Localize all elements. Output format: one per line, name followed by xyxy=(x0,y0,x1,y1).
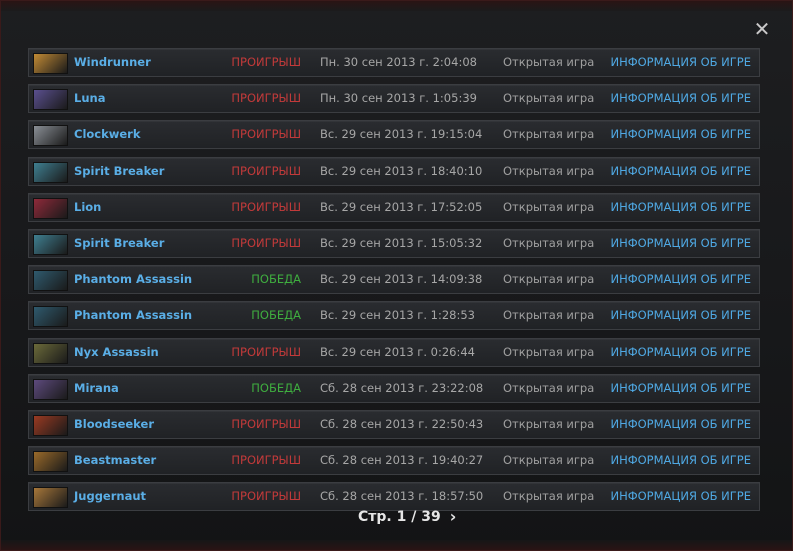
match-result: ПРОИГРЫШ xyxy=(231,416,301,431)
spirit-breaker-portrait-icon xyxy=(33,233,68,255)
match-info-link[interactable]: ИНФОРМАЦИЯ ОБ ИГРЕ xyxy=(610,49,751,76)
phantom-assassin-portrait-icon xyxy=(33,270,68,292)
match-list: Windrunner ПРОИГРЫШ Пн. 30 сен 2013 г. 2:0… xyxy=(28,48,760,518)
game-mode: Открытая игра xyxy=(503,308,595,323)
game-mode: Открытая игра xyxy=(503,127,595,142)
match-date: Вс. 29 сен 2013 г. 19:15:04 xyxy=(320,127,483,142)
hero-name[interactable]: Windrunner xyxy=(74,49,151,76)
bloodseeker-portrait-icon xyxy=(33,414,68,436)
lion-portrait-icon xyxy=(33,197,68,219)
juggernaut-portrait-icon xyxy=(33,487,68,509)
match-info-link[interactable]: ИНФОРМАЦИЯ ОБ ИГРЕ xyxy=(610,230,751,257)
luna-portrait-icon xyxy=(33,89,68,111)
match-info-link[interactable]: ИНФОРМАЦИЯ ОБ ИГРЕ xyxy=(610,411,751,438)
game-mode: Открытая игра xyxy=(503,344,595,359)
match-date: Вс. 29 сен 2013 г. 15:05:32 xyxy=(320,235,483,250)
next-page-button[interactable]: › xyxy=(446,506,460,528)
game-mode: Открытая игра xyxy=(503,380,595,395)
match-date: Пн. 30 сен 2013 г. 2:04:08 xyxy=(320,55,477,69)
match-row[interactable]: Beastmaster ПРОИГРЫШ Сб. 28 сен 2013 г. 19… xyxy=(28,446,760,476)
phantom-assassin-portrait-icon xyxy=(33,306,68,328)
game-mode: Открытая игра xyxy=(503,235,595,250)
match-row[interactable]: Mirana ПОБЕДА Сб. 28 сен 2013 г. 23:22:08 О… xyxy=(28,373,760,403)
match-date: Вс. 29 сен 2013 г. 0:26:44 xyxy=(320,344,475,359)
hero-name[interactable]: Mirana xyxy=(74,375,119,402)
match-date: Вс. 29 сен 2013 г. 18:40:10 xyxy=(320,163,483,178)
match-result: ПРОИГРЫШ xyxy=(231,453,301,468)
match-date: Пн. 30 сен 2013 г. 1:05:39 xyxy=(320,91,477,106)
match-result: ПРОИГРЫШ xyxy=(231,55,301,69)
close-button[interactable]: ✕ xyxy=(751,18,773,40)
hero-name[interactable]: Juggernaut xyxy=(74,483,146,510)
match-result: ПОБЕДА xyxy=(251,308,301,323)
game-mode: Открытая игра xyxy=(503,453,595,468)
hero-name[interactable]: Spirit Breaker xyxy=(74,230,164,257)
match-date: Вс. 29 сен 2013 г. 17:52:05 xyxy=(320,199,483,214)
hero-name[interactable]: Bloodseeker xyxy=(74,411,154,438)
match-row[interactable]: Phantom Assassin ПОБЕДА Вс. 29 сен 2013 г.… xyxy=(28,301,760,331)
game-mode: Открытая игра xyxy=(503,163,595,178)
game-mode: Открытая игра xyxy=(503,489,595,504)
match-result: ПРОИГРЫШ xyxy=(231,199,301,214)
match-result: ПОБЕДА xyxy=(251,380,301,395)
match-result: ПРОИГРЫШ xyxy=(231,344,301,359)
match-date: Вс. 29 сен 2013 г. 14:09:38 xyxy=(320,272,483,287)
match-result: ПОБЕДА xyxy=(251,272,301,287)
match-row[interactable]: Windrunner ПРОИГРЫШ Пн. 30 сен 2013 г. 2:0… xyxy=(28,48,760,77)
game-mode: Открытая игра xyxy=(503,55,595,69)
hero-name[interactable]: Clockwerk xyxy=(74,121,141,148)
mirana-portrait-icon xyxy=(33,378,68,400)
match-result: ПРОИГРЫШ xyxy=(231,163,301,178)
hero-name[interactable]: Phantom Assassin xyxy=(74,266,192,293)
match-info-link[interactable]: ИНФОРМАЦИЯ ОБ ИГРЕ xyxy=(610,447,751,474)
match-date: Сб. 28 сен 2013 г. 19:40:27 xyxy=(320,453,484,468)
match-row[interactable]: Bloodseeker ПРОИГРЫШ Сб. 28 сен 2013 г. 22… xyxy=(28,409,760,439)
match-info-link[interactable]: ИНФОРМАЦИЯ ОБ ИГРЕ xyxy=(610,121,751,148)
windrunner-portrait-icon xyxy=(33,53,68,74)
match-date: Вс. 29 сен 2013 г. 1:28:53 xyxy=(320,308,475,323)
game-mode: Открытая игра xyxy=(503,199,595,214)
spirit-breaker-portrait-icon xyxy=(33,161,68,183)
match-result: ПРОИГРЫШ xyxy=(231,235,301,250)
match-result: ПРОИГРЫШ xyxy=(231,127,301,142)
match-info-link[interactable]: ИНФОРМАЦИЯ ОБ ИГРЕ xyxy=(610,339,751,366)
nyx-assassin-portrait-icon xyxy=(33,342,68,364)
match-info-link[interactable]: ИНФОРМАЦИЯ ОБ ИГРЕ xyxy=(610,302,751,329)
match-row[interactable]: Clockwerk ПРОИГРЫШ Вс. 29 сен 2013 г. 19:1… xyxy=(28,120,760,150)
hero-name[interactable]: Luna xyxy=(74,85,105,112)
match-info-link[interactable]: ИНФОРМАЦИЯ ОБ ИГРЕ xyxy=(610,375,751,402)
beastmaster-portrait-icon xyxy=(33,451,68,473)
match-result: ПРОИГРЫШ xyxy=(231,91,301,106)
hero-name[interactable]: Phantom Assassin xyxy=(74,302,192,329)
match-row[interactable]: Spirit Breaker ПРОИГРЫШ Вс. 29 сен 2013 г.… xyxy=(28,228,760,258)
hero-name[interactable]: Lion xyxy=(74,194,101,221)
match-result: ПРОИГРЫШ xyxy=(231,489,301,504)
hero-name[interactable]: Spirit Breaker xyxy=(74,158,164,185)
match-info-link[interactable]: ИНФОРМАЦИЯ ОБ ИГРЕ xyxy=(610,483,751,510)
match-row[interactable]: Spirit Breaker ПРОИГРЫШ Вс. 29 сен 2013 г.… xyxy=(28,156,760,186)
match-history-window: ✕ Windrunner ПРОИГРЫШ Пн. 30 сен 2013 г. 2… xyxy=(0,0,793,551)
match-date: Сб. 28 сен 2013 г. 22:50:43 xyxy=(320,416,484,431)
match-row[interactable]: Lion ПРОИГРЫШ Вс. 29 сен 2013 г. 17:52:05 О… xyxy=(28,192,760,222)
match-row[interactable]: Nyx Assassin ПРОИГРЫШ Вс. 29 сен 2013 г. 0… xyxy=(28,337,760,367)
match-info-link[interactable]: ИНФОРМАЦИЯ ОБ ИГРЕ xyxy=(610,85,751,112)
match-info-link[interactable]: ИНФОРМАЦИЯ ОБ ИГРЕ xyxy=(610,194,751,221)
match-row[interactable]: Luna ПРОИГРЫШ Пн. 30 сен 2013 г. 1:05:39 От… xyxy=(28,84,760,114)
match-row[interactable]: Phantom Assassin ПОБЕДА Вс. 29 сен 2013 г.… xyxy=(28,265,760,295)
match-info-link[interactable]: ИНФОРМАЦИЯ ОБ ИГРЕ xyxy=(610,266,751,293)
page-indicator: Стр. 1 / 39 xyxy=(358,509,441,525)
game-mode: Открытая игра xyxy=(503,416,595,431)
hero-name[interactable]: Nyx Assassin xyxy=(74,339,159,366)
game-mode: Открытая игра xyxy=(503,272,595,287)
match-date: Сб. 28 сен 2013 г. 23:22:08 xyxy=(320,380,484,395)
match-info-link[interactable]: ИНФОРМАЦИЯ ОБ ИГРЕ xyxy=(610,158,751,185)
game-mode: Открытая игра xyxy=(503,91,595,106)
clockwerk-portrait-icon xyxy=(33,125,68,147)
hero-name[interactable]: Beastmaster xyxy=(74,447,156,474)
